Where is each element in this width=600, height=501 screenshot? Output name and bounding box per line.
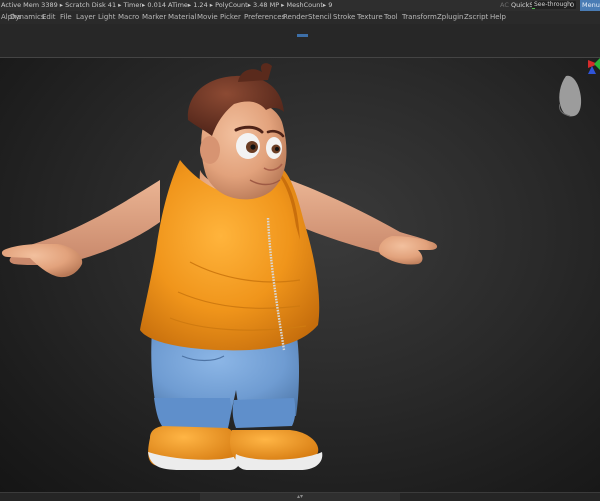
menu-item-file[interactable]: File	[60, 11, 72, 24]
menu-item-zscript[interactable]: Zscript	[464, 11, 488, 24]
navigation-head-gizmo[interactable]	[559, 75, 582, 117]
shoes	[148, 425, 323, 470]
menu-item-material[interactable]: Material	[168, 11, 196, 24]
shelf-indicator[interactable]	[297, 34, 308, 37]
ac-label[interactable]: AC	[500, 0, 509, 11]
menu-item-preferences[interactable]: Preferences	[244, 11, 285, 24]
top-shelf	[0, 24, 600, 58]
menu-item-picker[interactable]: Picker	[220, 11, 241, 24]
left-arm	[1, 180, 161, 278]
menu-item-texture[interactable]: Texture	[357, 11, 383, 24]
status-bar: Active Mem 3389 ▸ Scratch Disk 41 ▸ Time…	[0, 0, 600, 11]
menu-item-macro[interactable]: Macro	[118, 11, 139, 24]
menu-item-zplugin[interactable]: Zplugin	[437, 11, 463, 24]
see-through-value: 0	[570, 1, 575, 9]
status-info: Active Mem 3389 ▸ Scratch Disk 41 ▸ Time…	[1, 1, 333, 9]
see-through-fill	[532, 8, 535, 9]
menu-item-dynamics[interactable]: Dynamics	[10, 11, 45, 24]
axis-gizmo[interactable]	[588, 58, 600, 74]
menu-item-render[interactable]: Render	[283, 11, 308, 24]
menu-item-movie[interactable]: Movie	[197, 11, 218, 24]
menu-item-layer[interactable]: Layer	[76, 11, 96, 24]
menu-item-transform[interactable]: Transform	[402, 11, 437, 24]
menu-item-edit[interactable]: Edit	[42, 11, 56, 24]
menu-bar: Alpha Dynamics Edit File Layer Light Mac…	[0, 11, 600, 24]
menus-button[interactable]: Menus	[580, 0, 600, 11]
menu-item-help[interactable]: Help	[490, 11, 506, 24]
character-model[interactable]	[0, 58, 600, 492]
menu-item-stencil[interactable]: Stencil	[308, 11, 332, 24]
menu-item-stroke[interactable]: Stroke	[333, 11, 355, 24]
menu-item-light[interactable]: Light	[98, 11, 115, 24]
see-through-label: See-through	[534, 1, 571, 8]
menu-item-tool[interactable]: Tool	[384, 11, 398, 24]
menu-item-marker[interactable]: Marker	[142, 11, 166, 24]
